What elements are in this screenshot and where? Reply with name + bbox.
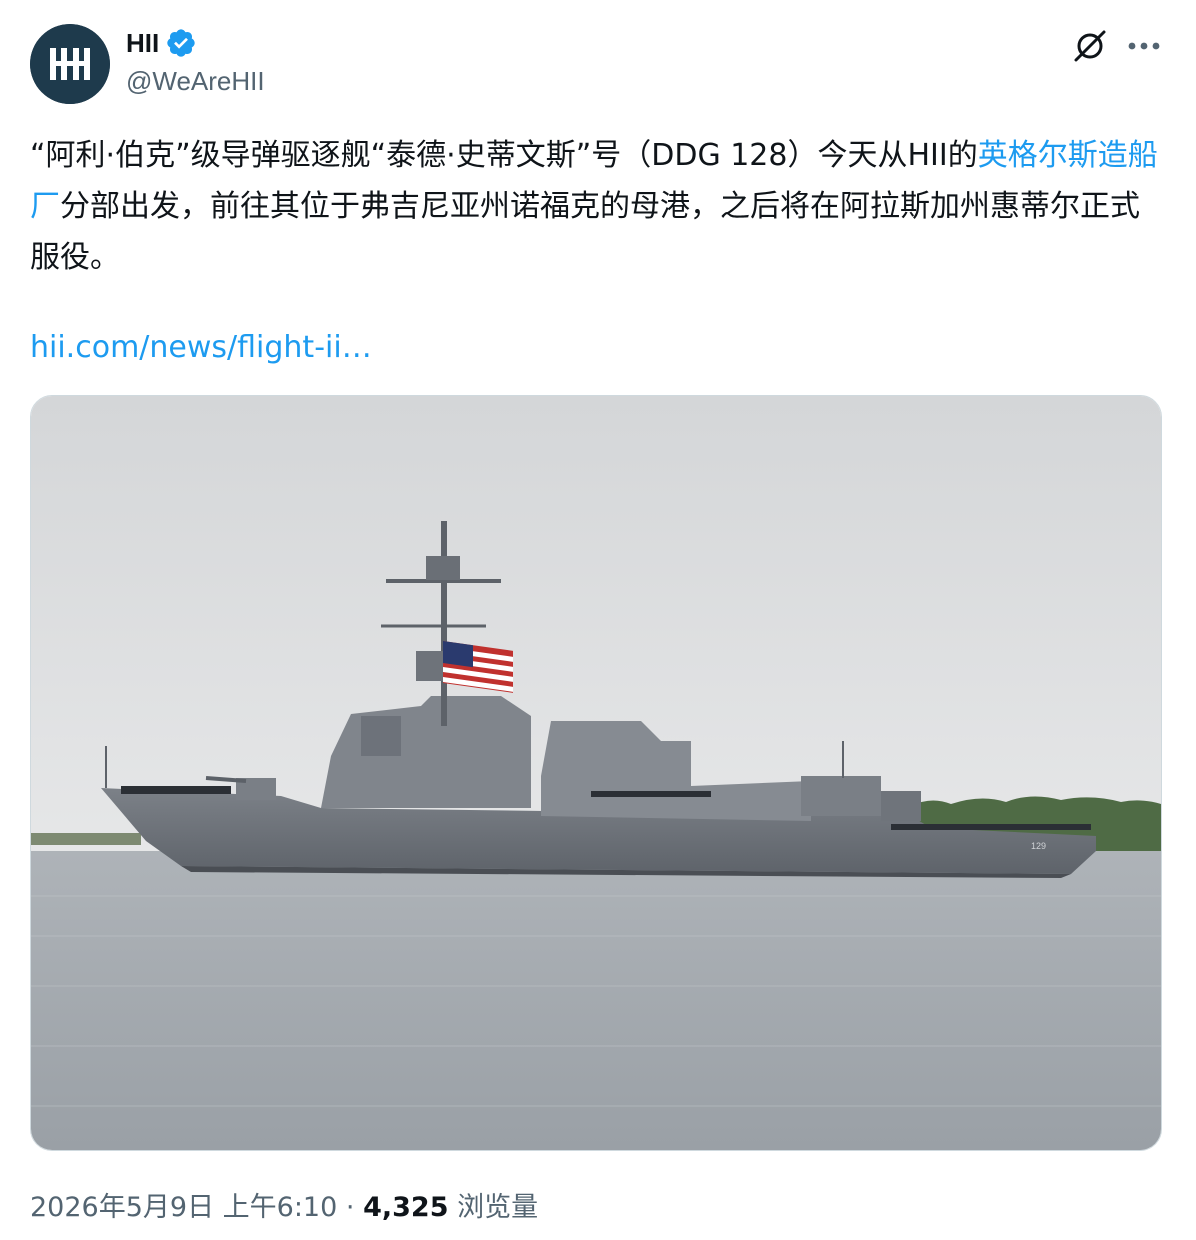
external-url-link[interactable]: hii.com/news/flight-ii… <box>30 322 372 373</box>
tweet-text-part1: “阿利·伯克”级导弹驱逐舰“泰德·史蒂文斯”号（DDG 128）今天从HII的 <box>30 138 978 173</box>
views-label: 浏览量 <box>457 1192 539 1223</box>
ship-photo: 129 <box>31 396 1161 1150</box>
tweet-text-part2: 分部出发，前往其位于弗吉尼亚州诺福克的母港，之后将在阿拉斯加州惠蒂尔正式服役。 <box>30 189 1140 275</box>
views-count: 4,325 <box>363 1192 449 1223</box>
tweet-meta: 2026年5月9日 上午6:10 · 4,325 浏览量 <box>30 1188 538 1228</box>
tweet-text: “阿利·伯克”级导弹驱逐舰“泰德·史蒂文斯”号（DDG 128）今天从HII的英… <box>30 130 1166 283</box>
meta-separator: · <box>345 1192 355 1223</box>
author-handle[interactable]: @WeAreHII <box>126 64 265 98</box>
grok-button[interactable] <box>1068 24 1112 68</box>
verified-badge-icon[interactable] <box>165 27 197 59</box>
display-name[interactable]: HII <box>126 26 159 60</box>
tweet-image[interactable]: 129 <box>30 395 1162 1151</box>
timestamp[interactable]: 2026年5月9日 上午6:10 <box>30 1192 337 1223</box>
author-name-row[interactable]: HII <box>126 26 197 60</box>
tweet: HII @WeAreHII “阿利·伯克”级导弹驱逐舰“泰德·史蒂文斯”号（DD… <box>0 0 1196 1240</box>
avatar[interactable] <box>30 24 110 104</box>
more-icon <box>1128 42 1160 50</box>
hull-number: 129 <box>1031 841 1046 851</box>
hii-logo-icon <box>30 24 110 104</box>
more-options-button[interactable] <box>1122 24 1166 68</box>
grok-icon <box>1074 30 1106 62</box>
